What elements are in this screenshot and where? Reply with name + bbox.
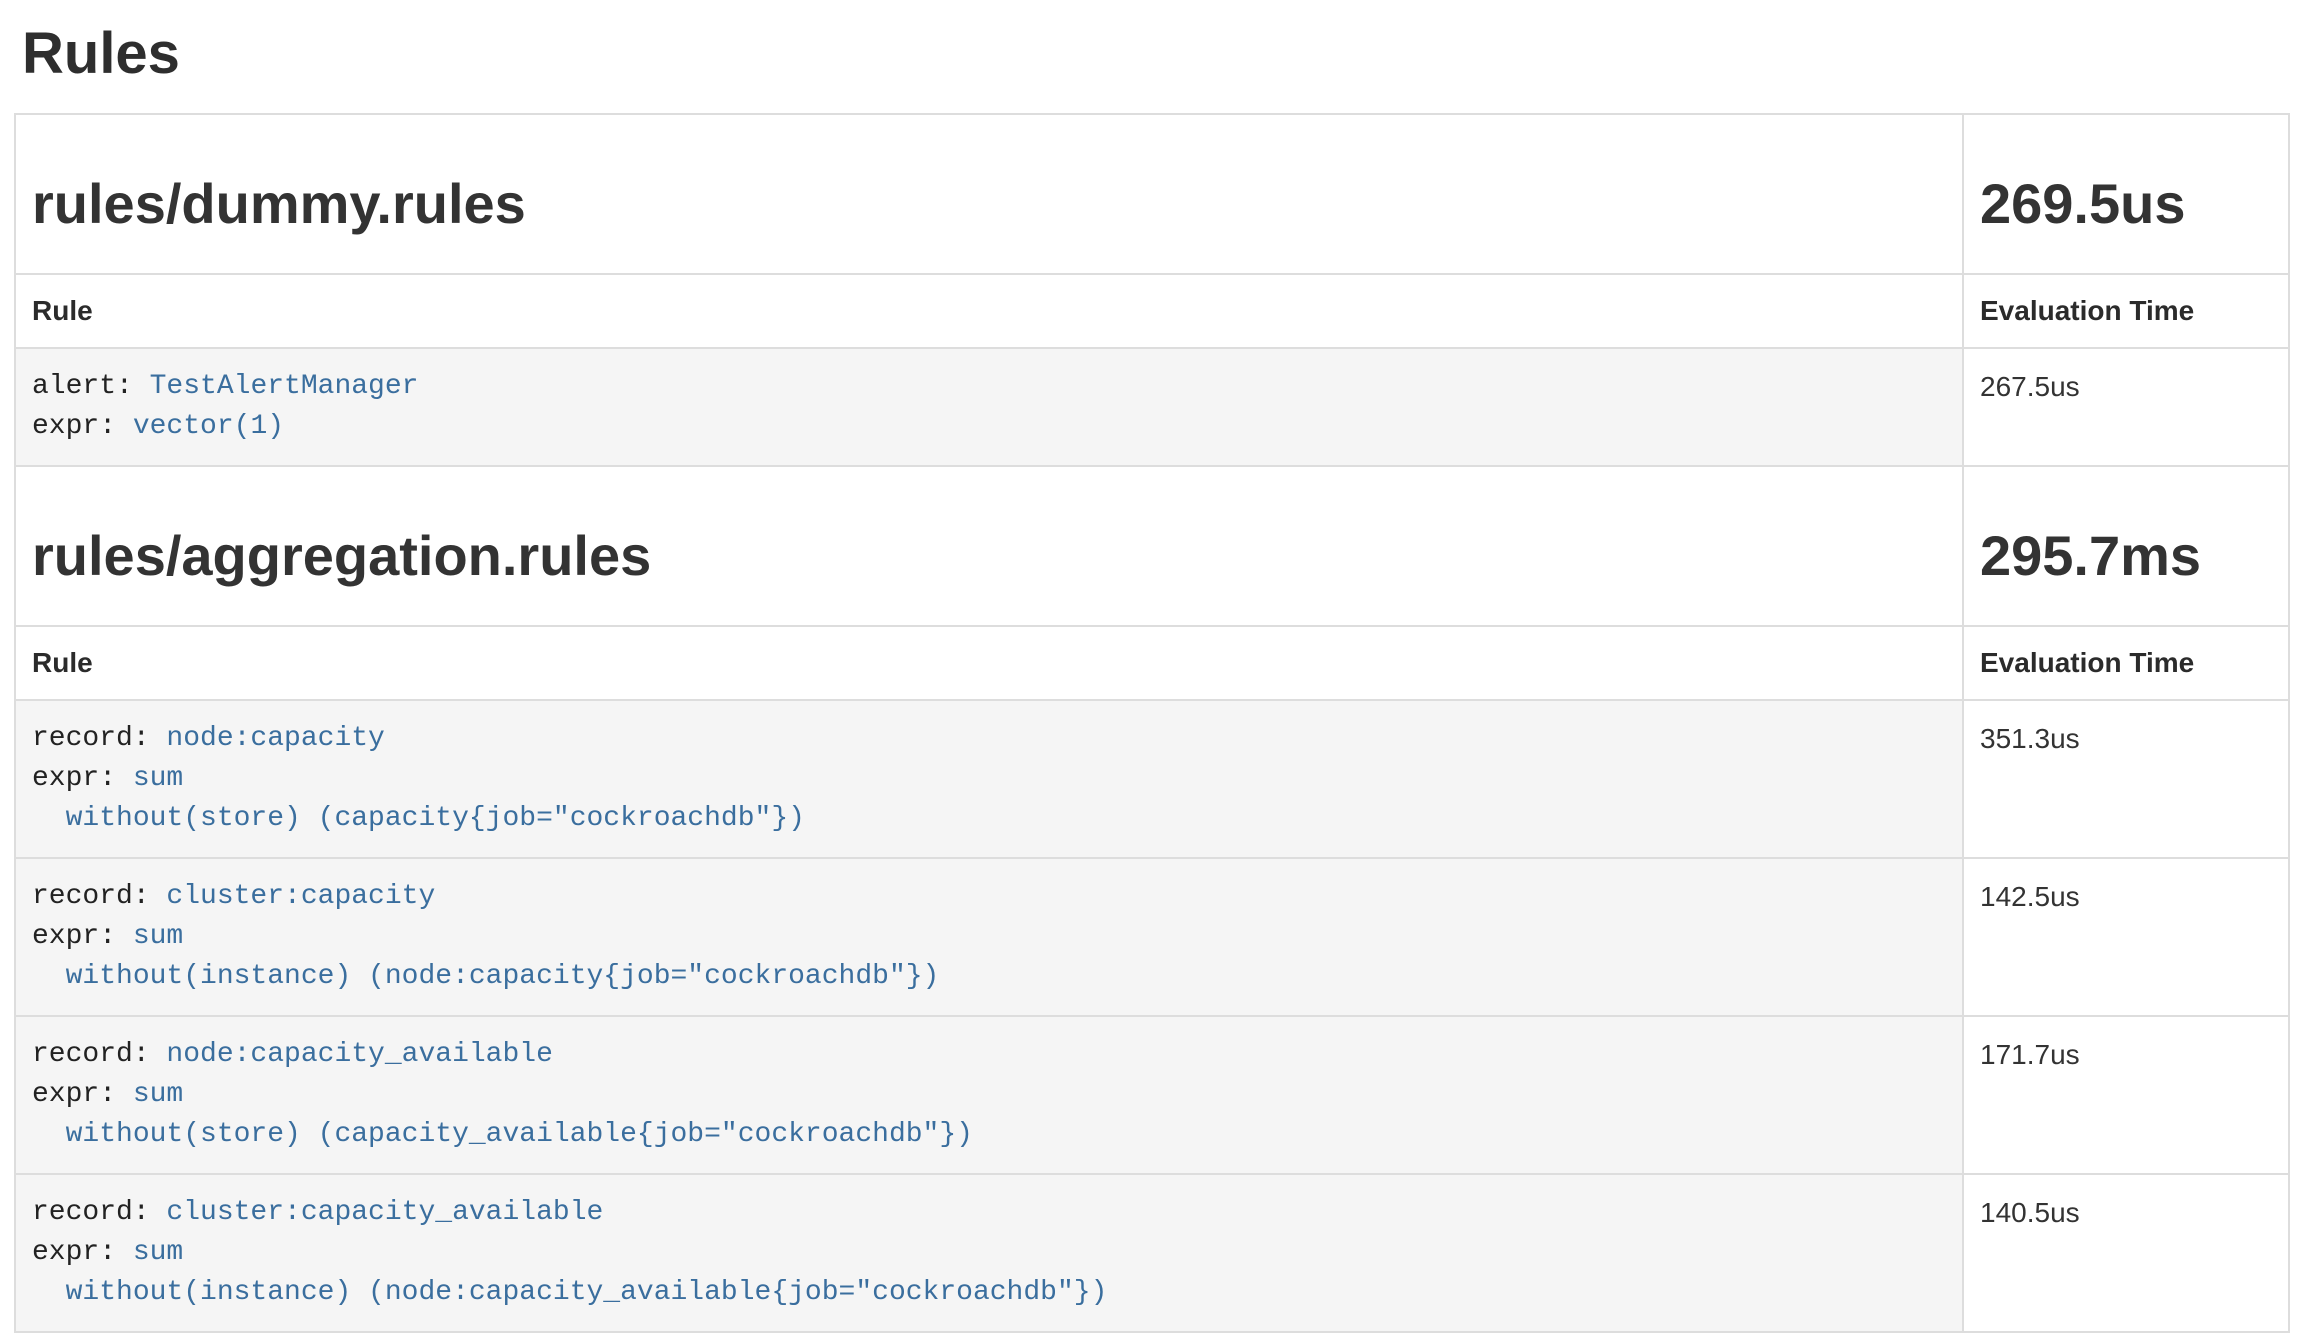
group-total-evaluation-time: 269.5us <box>1980 173 2272 235</box>
rule-code: record: node:capacityexpr: sum without(s… <box>32 719 1946 839</box>
code-line: record: cluster:capacity <box>32 877 1946 917</box>
group-header-row: rules/dummy.rules 269.5us <box>15 114 2289 274</box>
group-total-time-cell: 269.5us <box>1963 114 2289 274</box>
rule-link[interactable]: cluster:capacity <box>166 881 435 912</box>
rules-page: Rules rules/dummy.rules 269.5us Rule Eva… <box>0 20 2316 1333</box>
code-line: record: node:capacity_available <box>32 1035 1946 1075</box>
rule-link[interactable]: node:capacity_available <box>166 1039 552 1070</box>
code-token: expr: <box>32 921 133 952</box>
rule-link[interactable]: without(store) (capacity_available{job="… <box>32 1119 973 1150</box>
rule-definition-cell: alert: TestAlertManagerexpr: vector(1) <box>15 348 1963 466</box>
group-total-evaluation-time: 295.7ms <box>1980 525 2272 587</box>
code-token: expr: <box>32 763 133 794</box>
column-header-row: Rule Evaluation Time <box>15 626 2289 700</box>
code-token: record: <box>32 1197 166 1228</box>
rule-evaluation-time: 351.3us <box>1963 700 2289 858</box>
code-line: expr: vector(1) <box>32 407 1946 447</box>
rule-row: record: node:capacity_availableexpr: sum… <box>15 1016 2289 1174</box>
rule-definition-cell: record: node:capacityexpr: sum without(s… <box>15 700 1963 858</box>
rule-link[interactable]: cluster:capacity_available <box>166 1197 603 1228</box>
code-line: expr: sum <box>32 759 1946 799</box>
rule-definition-cell: record: node:capacity_availableexpr: sum… <box>15 1016 1963 1174</box>
rule-group-aggregation: rules/aggregation.rules 295.7ms Rule Eva… <box>15 466 2289 1332</box>
code-token: expr: <box>32 411 133 442</box>
rule-link[interactable]: sum <box>133 1079 183 1110</box>
code-line: record: node:capacity <box>32 719 1946 759</box>
rule-code: record: node:capacity_availableexpr: sum… <box>32 1035 1946 1155</box>
rule-evaluation-time: 171.7us <box>1963 1016 2289 1174</box>
code-line: record: cluster:capacity_available <box>32 1193 1946 1233</box>
rule-row: alert: TestAlertManagerexpr: vector(1) 2… <box>15 348 2289 466</box>
rule-evaluation-time: 142.5us <box>1963 858 2289 1016</box>
rule-row: record: node:capacityexpr: sum without(s… <box>15 700 2289 858</box>
rule-link[interactable]: node:capacity <box>166 723 384 754</box>
rule-code: alert: TestAlertManagerexpr: vector(1) <box>32 367 1946 447</box>
code-token: expr: <box>32 1237 133 1268</box>
rule-file-cell: rules/aggregation.rules <box>15 466 1963 626</box>
rule-file-name: rules/dummy.rules <box>32 173 1946 235</box>
rule-row: record: cluster:capacityexpr: sum withou… <box>15 858 2289 1016</box>
rule-link[interactable]: without(instance) (node:capacity{job="co… <box>32 961 939 992</box>
rule-code: record: cluster:capacityexpr: sum withou… <box>32 877 1946 997</box>
rule-definition-cell: record: cluster:capacity_availableexpr: … <box>15 1174 1963 1332</box>
code-token: record: <box>32 881 166 912</box>
rule-link[interactable]: TestAlertManager <box>150 371 419 402</box>
rule-link[interactable]: sum <box>133 921 183 952</box>
code-token: alert: <box>32 371 150 402</box>
code-line: without(store) (capacity{job="cockroachd… <box>32 799 1946 839</box>
column-header-rule: Rule <box>15 274 1963 348</box>
code-line: without(store) (capacity_available{job="… <box>32 1115 1946 1155</box>
code-line: expr: sum <box>32 1075 1946 1115</box>
rule-link[interactable]: sum <box>133 1237 183 1268</box>
rule-evaluation-time: 267.5us <box>1963 348 2289 466</box>
page-title: Rules <box>22 20 2290 87</box>
column-header-rule: Rule <box>15 626 1963 700</box>
rule-link[interactable]: without(store) (capacity{job="cockroachd… <box>32 803 805 834</box>
rule-link[interactable]: vector(1) <box>133 411 284 442</box>
rules-table: rules/dummy.rules 269.5us Rule Evaluatio… <box>14 113 2290 1333</box>
group-header-row: rules/aggregation.rules 295.7ms <box>15 466 2289 626</box>
rule-group-dummy: rules/dummy.rules 269.5us Rule Evaluatio… <box>15 114 2289 466</box>
column-header-row: Rule Evaluation Time <box>15 274 2289 348</box>
rule-link[interactable]: without(instance) (node:capacity_availab… <box>32 1277 1107 1308</box>
rule-row: record: cluster:capacity_availableexpr: … <box>15 1174 2289 1332</box>
column-header-evaluation-time: Evaluation Time <box>1963 274 2289 348</box>
code-token: expr: <box>32 1079 133 1110</box>
rule-code: record: cluster:capacity_availableexpr: … <box>32 1193 1946 1313</box>
code-line: expr: sum <box>32 1233 1946 1273</box>
code-token: record: <box>32 1039 166 1070</box>
column-header-evaluation-time: Evaluation Time <box>1963 626 2289 700</box>
rule-link[interactable]: sum <box>133 763 183 794</box>
rule-definition-cell: record: cluster:capacityexpr: sum withou… <box>15 858 1963 1016</box>
group-total-time-cell: 295.7ms <box>1963 466 2289 626</box>
code-line: expr: sum <box>32 917 1946 957</box>
code-line: without(instance) (node:capacity_availab… <box>32 1273 1946 1313</box>
rule-file-name: rules/aggregation.rules <box>32 525 1946 587</box>
rule-evaluation-time: 140.5us <box>1963 1174 2289 1332</box>
rule-file-cell: rules/dummy.rules <box>15 114 1963 274</box>
code-line: without(instance) (node:capacity{job="co… <box>32 957 1946 997</box>
code-token: record: <box>32 723 166 754</box>
code-line: alert: TestAlertManager <box>32 367 1946 407</box>
